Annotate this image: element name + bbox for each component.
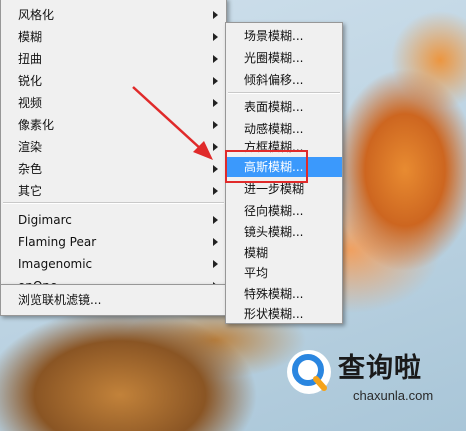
watermark-url: chaxunla.com bbox=[353, 388, 434, 403]
watermark-title: 查询啦 bbox=[338, 353, 422, 384]
watermark: 查询啦 chaxunla.com bbox=[283, 346, 463, 406]
magnifier-logo-icon bbox=[287, 350, 331, 394]
